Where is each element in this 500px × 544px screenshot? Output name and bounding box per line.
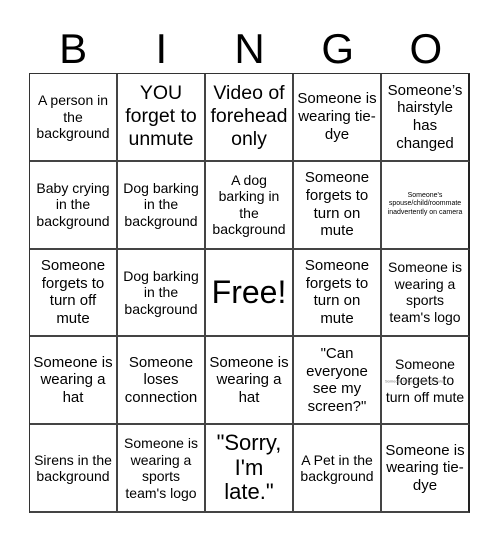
cell-text: Someone is wearing a sports team's logo <box>124 435 198 501</box>
bingo-cell[interactable]: Baby crying in the background <box>30 161 118 250</box>
bingo-cell[interactable]: A Pet in the background <box>294 425 382 513</box>
header-letter-b: B <box>59 24 88 72</box>
header-letter-g: G <box>321 24 355 72</box>
bingo-cell[interactable]: Someone forgets to turn off mute Someone … <box>382 337 470 426</box>
bingo-cell[interactable]: Someone is wearing a hat <box>206 337 294 426</box>
free-space-label: Free! <box>211 273 287 310</box>
bingo-cell[interactable]: Someone's spouse/child/roommate inadvert… <box>382 161 470 250</box>
overlay-small-text: Someone forgets to turn off mute <box>385 379 444 384</box>
bingo-header: B I N G O <box>29 24 470 73</box>
bingo-cell[interactable]: Someone is wearing a hat <box>30 337 118 426</box>
cell-text: "Sorry, I'm late." <box>216 430 282 505</box>
bingo-cell[interactable]: Dog barking in the background <box>118 161 206 250</box>
cell-text: Someone is wearing a sports team's logo <box>388 259 462 325</box>
cell-text: Someone is wearing tie-dye <box>297 90 377 143</box>
bingo-cell[interactable]: A person in the background <box>30 74 118 162</box>
free-space-cell[interactable]: Free! <box>206 249 294 338</box>
bingo-cell[interactable]: Sirens in the background <box>30 425 118 513</box>
cell-text: Someone forgets to turn off mute <box>40 257 106 328</box>
cell-text: Someone forgets to turn on mute <box>304 257 370 328</box>
cell-text: Sirens in the background <box>34 451 112 485</box>
cell-text: Someone is wearing a hat <box>33 353 113 407</box>
cell-text: A dog barking in the background <box>212 171 286 238</box>
header-letter-o: O <box>409 24 443 72</box>
cell-text: Someone is wearing tie-dye <box>385 441 465 494</box>
cell-text: A person in the background <box>36 92 110 142</box>
bingo-grid: A person in the background YOU forget to … <box>29 73 470 513</box>
cell-text: Someone loses connection <box>124 353 198 407</box>
bingo-cell[interactable]: Someone forgets to turn on mute <box>294 161 382 250</box>
cell-text: Someone's spouse/child/roommate inadvert… <box>387 191 463 217</box>
cell-text: Someone forgets to turn on mute <box>304 169 370 240</box>
bingo-cell[interactable]: Someone’s hairstyle has changed <box>382 74 470 162</box>
bingo-cell[interactable]: Someone is wearing a sports team's logo <box>382 249 470 338</box>
cell-text: Baby crying in the background <box>36 179 110 229</box>
bingo-cell[interactable]: Someone forgets to turn off mute <box>30 249 118 338</box>
bingo-cell[interactable]: Dog barking in the background <box>118 249 206 338</box>
cell-text: A Pet in the background <box>300 451 374 485</box>
bingo-cell[interactable]: Video of forehead only <box>206 74 294 162</box>
bingo-cell[interactable]: Someone forgets to turn on mute <box>294 249 382 338</box>
bingo-cell[interactable]: YOU forget to unmute <box>118 74 206 162</box>
header-letter-i: I <box>155 24 168 72</box>
bingo-cell[interactable]: Someone loses connection <box>118 337 206 426</box>
cell-text: Video of forehead only <box>210 82 288 151</box>
cell-text: YOU forget to unmute <box>125 82 197 151</box>
bingo-cell[interactable]: "Sorry, I'm late." <box>206 425 294 513</box>
cell-text: Dog barking in the background <box>123 179 199 229</box>
cell-text: "Can everyone see my screen?" <box>306 344 368 415</box>
bingo-cell[interactable]: A dog barking in the background <box>206 161 294 250</box>
cell-text: Someone’s hairstyle has changed <box>387 81 463 152</box>
bingo-cell[interactable]: "Can everyone see my screen?" <box>294 337 382 426</box>
bingo-cell[interactable]: Someone is wearing a sports team's logo <box>118 425 206 513</box>
header-letter-n: N <box>234 24 265 72</box>
cell-text: Dog barking in the background <box>123 267 199 317</box>
bingo-cell[interactable]: Someone is wearing tie-dye <box>382 425 470 513</box>
cell-text: Someone is wearing a hat <box>209 353 289 407</box>
bingo-cell[interactable]: Someone is wearing tie-dye <box>294 74 382 162</box>
